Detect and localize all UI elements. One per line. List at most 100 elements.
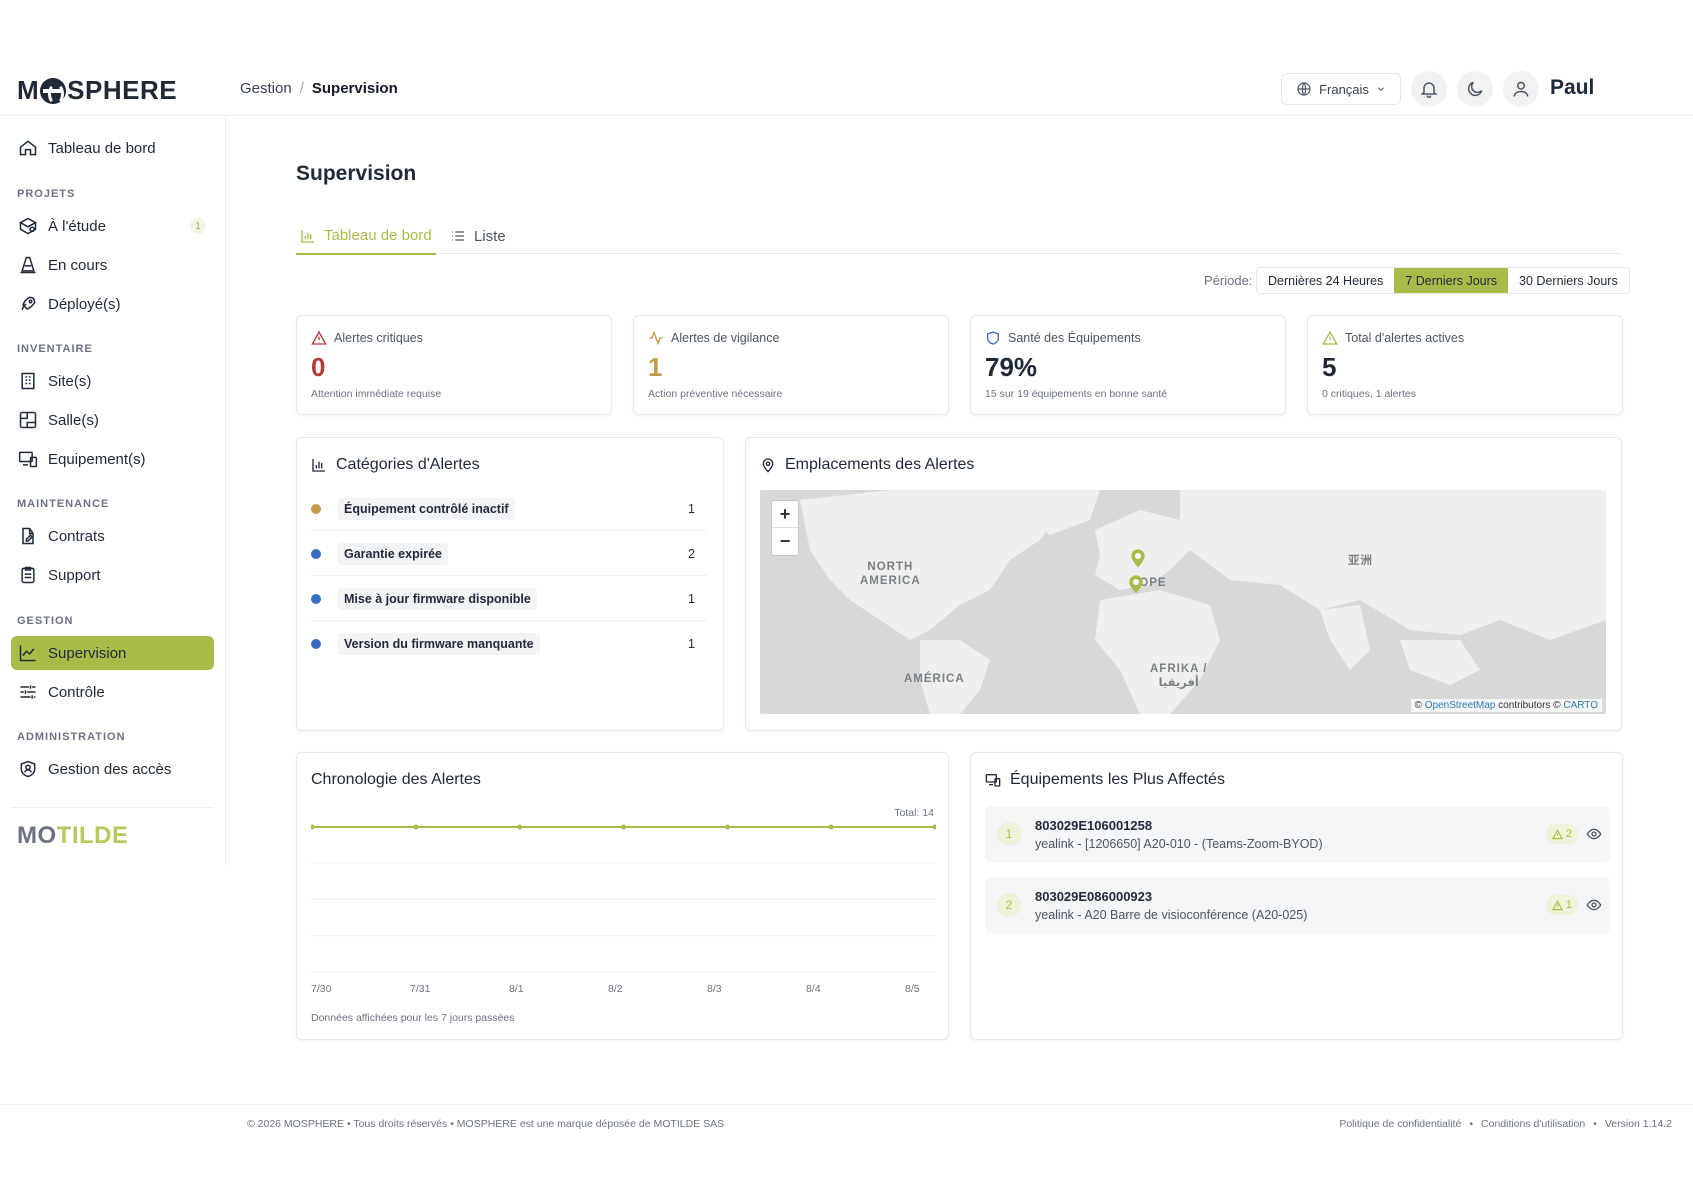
equipment-row[interactable]: 2 803029E086000923 yealink - A20 Barre d… (985, 877, 1610, 933)
shield-user-icon (20, 760, 36, 778)
carto-link[interactable]: CARTO (1563, 700, 1598, 711)
alert-locations-card: Emplacements des Alertes NORTH AMERICA RO… (745, 437, 1622, 731)
timeline-x-tick: 8/3 (707, 983, 722, 995)
category-row[interactable]: Version du firmware manquante 1 (311, 622, 707, 666)
sidebar-item-supervision[interactable]: Supervision (11, 636, 214, 670)
period-30d-button[interactable]: 30 Derniers Jours (1508, 268, 1629, 293)
sidebar-item-controle[interactable]: Contrôle (11, 675, 214, 709)
kpi-critical-alerts: Alertes critiques 0 Attention immédiate … (296, 315, 612, 415)
equipment-id: 803029E106001258 (1035, 818, 1153, 833)
sidebar: Tableau de bord PROJETS À l'étude 1 En c… (0, 117, 226, 865)
category-color-dot (311, 548, 321, 559)
page-footer: © 2026 MOSPHERE • Tous droits réservés •… (0, 1104, 1693, 1140)
equipment-rank: 2 (997, 893, 1021, 917)
etude-count-badge: 1 (190, 218, 206, 234)
card-title-row: Emplacements des Alertes (760, 456, 974, 474)
equipment-row[interactable]: 1 803029E106001258 yealink - [1206650] A… (985, 806, 1610, 862)
sidebar-item-dashboard[interactable]: Tableau de bord (11, 131, 214, 165)
devices-icon (985, 774, 1001, 787)
terms-link[interactable]: Conditions d'utilisation (1481, 1118, 1585, 1130)
timeline-data-point[interactable] (932, 824, 937, 830)
category-row[interactable]: Mise à jour firmware disponible 1 (311, 577, 707, 621)
timeline-x-tick: 8/5 (905, 983, 920, 995)
globe-icon (1297, 82, 1311, 96)
alert-count-badge: 1 (1545, 895, 1578, 915)
kpi-title: Alertes critiques (334, 331, 423, 345)
map-marker-icon[interactable] (1130, 548, 1146, 568)
timeline-data-point[interactable] (311, 824, 315, 830)
breadcrumb-gestion[interactable]: Gestion (240, 80, 292, 97)
eye-icon[interactable] (1586, 897, 1602, 913)
map-marker-icon[interactable] (1128, 574, 1144, 594)
card-title: Emplacements des Alertes (785, 456, 975, 473)
kpi-total-alerts: Total d'alertes actives 5 0 critiques, 1… (1307, 315, 1623, 415)
category-row[interactable]: Garantie expirée 2 (311, 532, 707, 576)
timeline-data-point[interactable] (413, 824, 419, 830)
kpi-title: Alertes de vigilance (671, 331, 780, 345)
tab-liste[interactable]: Liste (446, 218, 510, 254)
sidebar-item-gestion-acces[interactable]: Gestion des accès (11, 752, 214, 786)
sidebar-item-etude[interactable]: À l'étude 1 (11, 209, 214, 243)
zoom-out-button[interactable]: − (772, 528, 798, 555)
timeline-data-point[interactable] (724, 824, 730, 830)
sidebar-item-salles[interactable]: Salle(s) (11, 403, 214, 437)
clipboard-list-icon (21, 566, 35, 584)
user-name[interactable]: Paul (1550, 76, 1594, 100)
activity-icon (649, 330, 663, 346)
sidebar-item-support[interactable]: Support (11, 558, 214, 592)
language-selector[interactable]: Français (1281, 73, 1401, 105)
bar-chart-icon (301, 229, 314, 243)
timeline-data-point[interactable] (828, 824, 834, 830)
timeline-data-point[interactable] (517, 824, 523, 830)
attribution-prefix: © (1414, 700, 1422, 711)
alerts-map[interactable]: NORTH AMERICA ROPE 亚洲 AMÉRICA AFRIKA / أفر… (760, 490, 1606, 714)
sidebar-item-label: En cours (48, 256, 108, 274)
timeline-data-point[interactable] (621, 824, 626, 830)
kpi-equipment-health: Santé des Équipements 79% 15 sur 19 équi… (970, 315, 1286, 415)
privacy-link[interactable]: Politique de confidentialité (1339, 1118, 1461, 1130)
sliders-icon (20, 685, 36, 699)
card-title: Équipements les Plus Affectés (1010, 771, 1225, 788)
osm-link[interactable]: OpenStreetMap (1425, 700, 1496, 711)
page-title: Supervision (296, 162, 417, 185)
sidebar-item-label: Supervision (48, 644, 127, 662)
eye-icon[interactable] (1586, 826, 1602, 842)
dark-mode-toggle[interactable] (1457, 71, 1493, 107)
alert-count: 1 (1565, 899, 1572, 911)
kpi-subtitle: Action préventive nécessaire (648, 388, 783, 400)
kpi-value: 79% (985, 352, 1038, 382)
category-row[interactable]: Équipement contrôlé inactif 1 (311, 487, 707, 531)
notifications-button[interactable] (1411, 71, 1447, 107)
moon-icon (1467, 81, 1483, 97)
kpi-value: 0 (311, 352, 326, 382)
sidebar-item-contrats[interactable]: Contrats (11, 519, 214, 553)
user-avatar-button[interactable] (1503, 71, 1539, 107)
kpi-value: 5 (1322, 352, 1337, 382)
chevron-down-icon (1378, 87, 1384, 91)
zoom-in-button[interactable]: + (772, 501, 798, 528)
version-label: Version 1.14.2 (1604, 1118, 1672, 1130)
card-title: Chronologie des Alertes (311, 771, 481, 788)
sidebar-item-deployes[interactable]: Déployé(s) (11, 287, 214, 321)
view-tabs: Tableau de bord Liste (296, 218, 1622, 255)
period-24h-button[interactable]: Dernières 24 Heures (1257, 268, 1395, 293)
sidebar-item-sites[interactable]: Site(s) (11, 364, 214, 398)
tab-dashboard[interactable]: Tableau de bord (296, 218, 436, 255)
sidebar-item-en-cours[interactable]: En cours (11, 248, 214, 282)
period-7d-button[interactable]: 7 Derniers Jours (1394, 268, 1509, 293)
map-label-south-america: AMÉRICA (904, 673, 965, 685)
card-title-row: Équipements les Plus Affectés (985, 771, 1225, 789)
breadcrumb: Gestion / Supervision (240, 80, 398, 97)
category-count: 1 (688, 591, 695, 606)
timeline-x-tick: 8/2 (608, 983, 623, 995)
most-affected-equipment-card: Équipements les Plus Affectés 1 803029E1… (970, 752, 1623, 1040)
sidebar-item-label: Contrats (48, 527, 105, 545)
category-label: Version du firmware manquante (338, 633, 540, 655)
timeline-x-tick: 8/1 (509, 983, 524, 995)
period-label: Période: (1204, 273, 1253, 288)
sidebar-item-equipements[interactable]: Equipement(s) (11, 442, 214, 476)
kpi-title: Total d'alertes actives (1345, 331, 1465, 345)
mosphere-logo[interactable]: M SPHERE (17, 72, 177, 108)
bar-chart-icon (312, 459, 325, 472)
category-count: 1 (688, 501, 695, 516)
